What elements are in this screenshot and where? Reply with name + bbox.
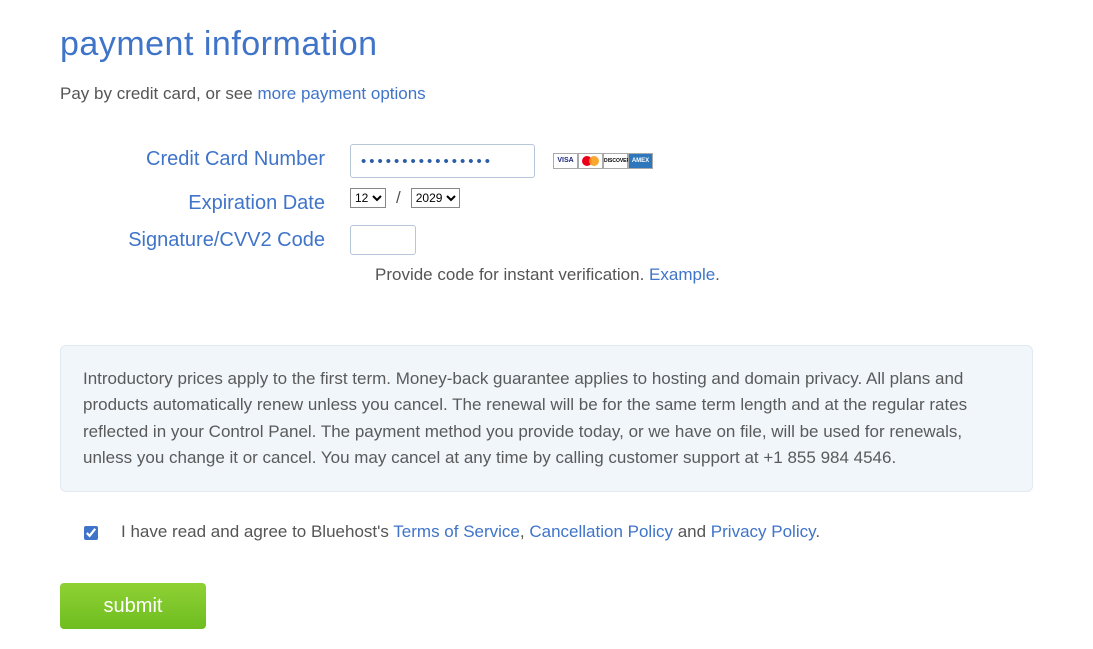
row-expiration: Expiration Date 12 / 2029 (60, 188, 1033, 215)
disclaimer-box: Introductory prices apply to the first t… (60, 345, 1033, 492)
discover-icon: DISCOVER (603, 153, 628, 169)
agree-sep2: and (673, 522, 711, 541)
cvv-helper-suffix: . (715, 265, 720, 284)
cvv-helper: Provide code for instant verification. E… (375, 265, 1033, 285)
cancellation-policy-link[interactable]: Cancellation Policy (529, 522, 673, 541)
agree-sep1: , (520, 522, 529, 541)
privacy-policy-link[interactable]: Privacy Policy (711, 522, 816, 541)
agree-prefix: I have read and agree to Bluehost's (121, 522, 393, 541)
visa-icon: VISA (553, 153, 578, 169)
tos-link[interactable]: Terms of Service (393, 522, 520, 541)
exp-year-select[interactable]: 2029 (411, 188, 460, 208)
cvv-input[interactable] (350, 225, 416, 255)
agree-text: I have read and agree to Bluehost's Term… (121, 522, 820, 542)
intro-prefix: Pay by credit card, or see (60, 84, 257, 103)
cvv-helper-prefix: Provide code for instant verification. (375, 265, 649, 284)
agree-suffix: . (815, 522, 820, 541)
agree-row: I have read and agree to Bluehost's Term… (60, 522, 1033, 543)
page-title: payment information (60, 25, 1033, 64)
row-cvv: Signature/CVV2 Code (60, 225, 1033, 255)
submit-button[interactable]: submit (60, 583, 206, 629)
intro-text: Pay by credit card, or see more payment … (60, 84, 1033, 104)
card-logos: VISA DISCOVER AMEX (553, 153, 653, 169)
more-payment-options-link[interactable]: more payment options (257, 84, 425, 103)
label-cvv: Signature/CVV2 Code (60, 225, 350, 252)
agree-checkbox[interactable] (84, 526, 98, 540)
row-cc-number: Credit Card Number VISA DISCOVER AMEX (60, 144, 1033, 178)
amex-icon: AMEX (628, 153, 653, 169)
mastercard-icon (578, 153, 603, 169)
cc-number-input[interactable] (350, 144, 535, 178)
label-expiration: Expiration Date (60, 188, 350, 215)
exp-month-select[interactable]: 12 (350, 188, 386, 208)
label-cc-number: Credit Card Number (60, 144, 350, 171)
cvv-example-link[interactable]: Example (649, 265, 715, 284)
exp-separator: / (396, 188, 401, 208)
